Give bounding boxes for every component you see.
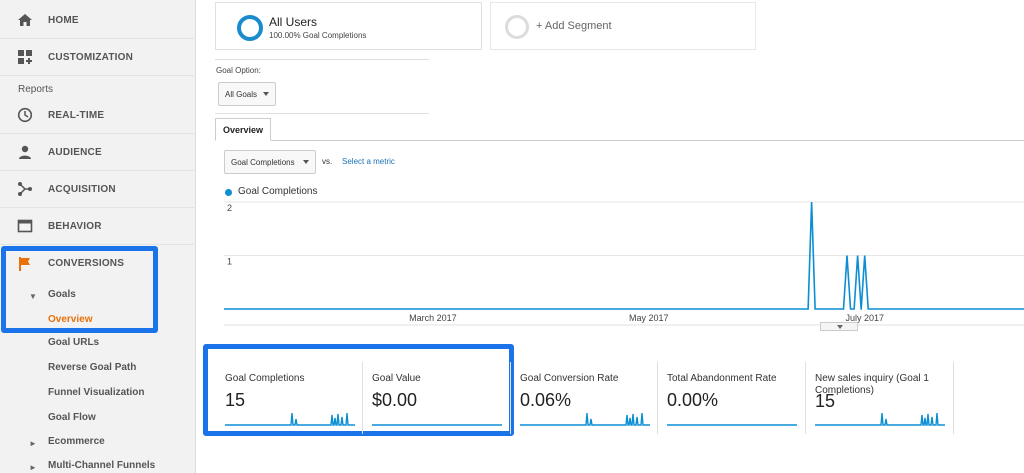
metric-sparkline [520,412,650,426]
metric-label: Total Abandonment Rate [667,373,777,384]
metric-separator [805,362,806,434]
caret-down-icon [837,325,843,329]
metric-sparkline [667,424,797,426]
metric-label: Goal Conversion Rate [520,373,619,384]
chart-resize-handle[interactable] [820,322,858,331]
metric-label: Goal Completions [225,373,305,384]
metric-tile[interactable]: Goal Completions 15 [225,360,360,432]
metric-sparkline [815,412,945,426]
metric-separator [953,362,954,434]
y-tick-label: 1 [227,257,232,267]
x-tick-label: March 2017 [409,313,457,323]
metric-sparkline [372,424,502,426]
metric-tile[interactable]: New sales inquiry (Goal 1 Completions) 15 [815,360,950,432]
sparkline-path [520,412,650,426]
y-tick-label: 2 [227,203,232,213]
metric-separator [362,362,363,434]
x-tick-label: May 2017 [629,313,669,323]
sparkline-path [225,412,355,426]
metric-separator [510,362,511,434]
metric-sparkline [225,412,355,426]
sparkline-path [815,412,945,426]
metric-tile[interactable]: Total Abandonment Rate 0.00% [667,360,802,432]
metric-separator [657,362,658,434]
metric-tile[interactable]: Goal Conversion Rate 0.06% [520,360,655,432]
metric-tile[interactable]: Goal Value $0.00 [372,360,507,432]
metric-label: Goal Value [372,373,421,384]
